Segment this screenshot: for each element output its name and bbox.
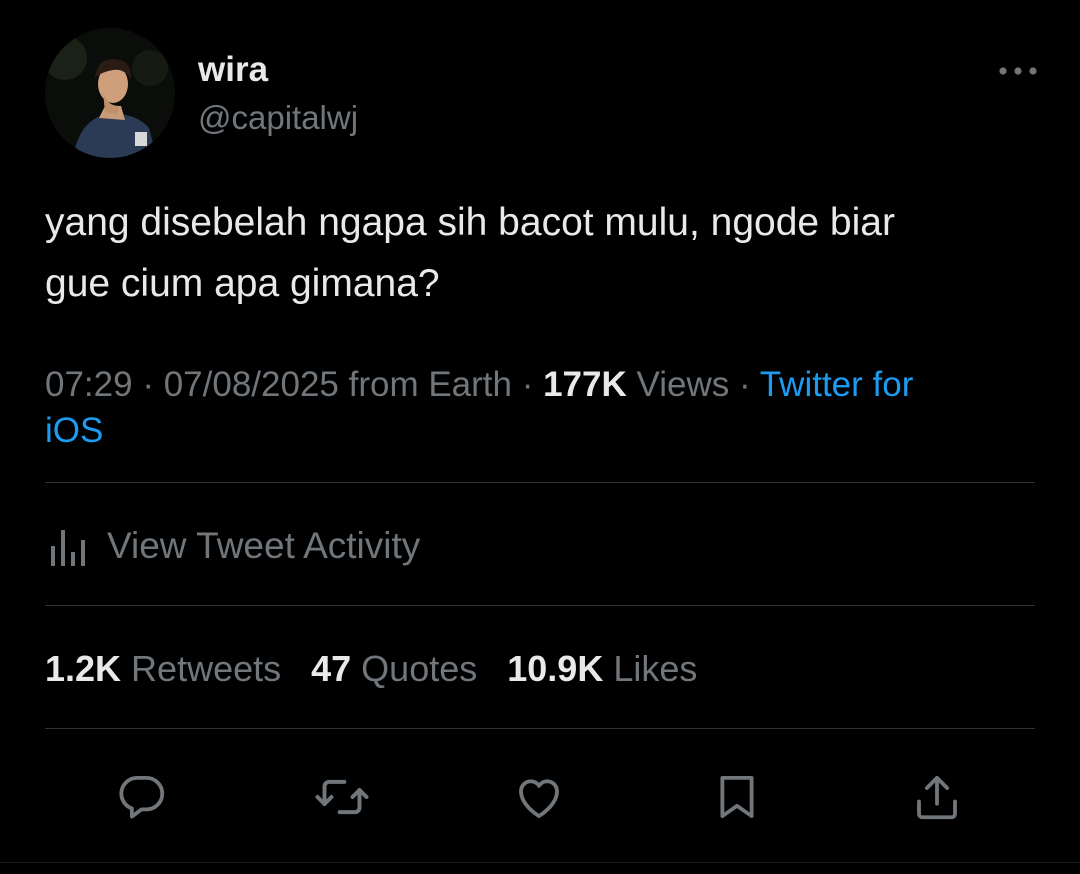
divider <box>45 482 1035 483</box>
retweets-count: 1.2K <box>45 648 122 689</box>
divider <box>0 862 1080 863</box>
tweet-location: from Earth <box>338 365 512 404</box>
likes-stat[interactable]: 10.9K Likes <box>507 648 697 690</box>
meta-separator: · <box>729 365 760 404</box>
bookmark-button[interactable] <box>702 762 772 832</box>
likes-count: 10.9K <box>507 648 604 689</box>
retweets-label: Retweets <box>121 648 282 689</box>
share-icon <box>917 775 957 820</box>
meta-separator: · <box>511 365 544 404</box>
reply-button[interactable] <box>107 762 177 832</box>
bar-chart-icon <box>51 530 85 566</box>
like-button[interactable] <box>504 762 574 832</box>
tweet-text-line-2: gue cium apa gimana? <box>45 262 440 305</box>
retweet-icon <box>315 779 369 815</box>
quotes-label: Quotes <box>351 648 478 689</box>
bookmark-icon <box>720 775 754 819</box>
heart-icon <box>519 779 559 819</box>
author-handle[interactable]: @capitalwj <box>198 98 358 138</box>
view-tweet-activity-button[interactable]: View Tweet Activity <box>45 520 420 572</box>
tweet-date[interactable]: 07/08/2025 <box>164 365 339 404</box>
meta-separator: · <box>132 365 164 404</box>
tweet-meta: 07:29 · 07/08/2025 from Earth · 177K Vie… <box>45 362 1035 454</box>
tweet-text-line-1: yang disebelah ngapa sih bacot mulu, ngo… <box>45 201 895 244</box>
tweet-source-link-cont[interactable]: iOS <box>45 411 103 450</box>
divider <box>45 728 1035 729</box>
retweet-button[interactable] <box>307 762 377 832</box>
views-label: Views <box>626 365 730 404</box>
more-options-button[interactable] <box>995 56 1041 86</box>
views-count: 177K <box>543 365 627 404</box>
more-horizontal-icon <box>999 67 1037 75</box>
author-name[interactable]: wira <box>198 50 268 90</box>
share-button[interactable] <box>902 762 972 832</box>
tweet-stats: 1.2K Retweets 47 Quotes 10.9K Likes <box>45 644 727 694</box>
divider <box>45 605 1035 606</box>
tweet-actions <box>0 762 1080 832</box>
tweet-source-link[interactable]: Twitter for <box>760 365 914 404</box>
likes-label: Likes <box>603 648 698 689</box>
activity-label: View Tweet Activity <box>107 525 421 566</box>
avatar-photo <box>45 28 175 158</box>
quotes-count: 47 <box>311 648 352 689</box>
avatar[interactable] <box>45 28 175 158</box>
tweet-detail: wira @capitalwj yang disebelah ngapa sih… <box>0 0 1080 874</box>
retweets-stat[interactable]: 1.2K Retweets <box>45 648 281 690</box>
tweet-text: yang disebelah ngapa sih bacot mulu, ngo… <box>45 192 1035 314</box>
quotes-stat[interactable]: 47 Quotes <box>311 648 477 690</box>
reply-icon <box>119 775 165 819</box>
tweet-time[interactable]: 07:29 <box>45 365 133 404</box>
